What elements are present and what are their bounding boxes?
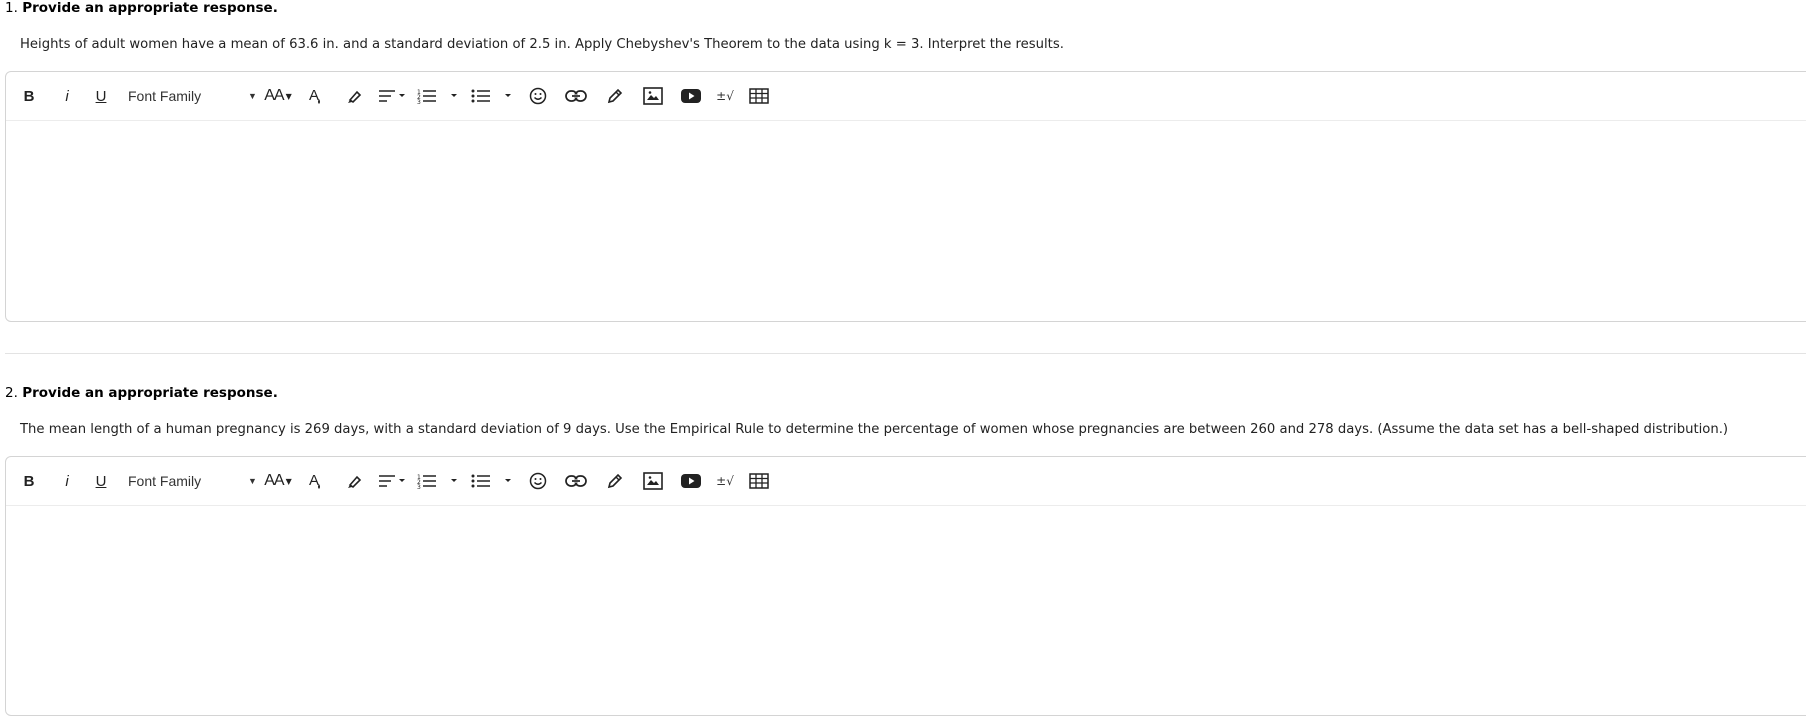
align-button[interactable] [376, 457, 408, 505]
math-button[interactable]: ±√ [712, 72, 738, 120]
image-button[interactable] [640, 457, 666, 505]
link-icon [565, 90, 587, 102]
image-icon [643, 472, 663, 490]
bold-icon: B [23, 87, 35, 105]
table-button[interactable] [746, 457, 772, 505]
unordered-list-button[interactable] [470, 457, 516, 505]
underline-button[interactable]: U [88, 457, 114, 505]
editor-toolbar: B i U Font Family ▼ AA ▼ A 1 2 3 ±√ [6, 72, 1806, 121]
bold-button[interactable]: B [16, 72, 42, 120]
highlight-button[interactable] [342, 72, 368, 120]
font-family-label: Font Family [128, 473, 202, 489]
unordered-list-icon [471, 474, 511, 488]
italic-icon: i [65, 87, 69, 105]
align-button[interactable] [376, 72, 408, 120]
table-button[interactable] [746, 72, 772, 120]
emoji-icon [529, 472, 547, 490]
text-color-icon: A [309, 472, 320, 489]
align-icon [379, 475, 405, 487]
italic-icon: i [65, 472, 69, 490]
emoji-icon [529, 87, 547, 105]
unordered-list-icon [471, 89, 511, 103]
font-family-label: Font Family [128, 88, 202, 104]
font-size-icon: AA [264, 87, 284, 104]
ordered-list-icon: 123 [417, 474, 457, 489]
font-size-button[interactable]: AA ▼ [261, 457, 295, 505]
rich-text-editor: B i U Font Family ▼ AA ▼ A 1 2 3 ±√ [5, 71, 1806, 322]
font-size-icon: AA [264, 472, 284, 489]
question-number: 2. [5, 385, 18, 401]
answer-input[interactable] [6, 121, 1806, 321]
video-icon [681, 474, 701, 488]
underline-icon: U [95, 472, 107, 490]
underline-button[interactable]: U [88, 72, 114, 120]
bold-icon: B [23, 472, 35, 490]
image-button[interactable] [640, 72, 666, 120]
question-divider [5, 353, 1806, 354]
text-color-icon: A [309, 87, 320, 104]
font-family-dropdown[interactable]: Font Family ▼ [128, 72, 258, 120]
editor-toolbar: B i U Font Family ▼ AA ▼ A 1 2 3 ±√ [6, 457, 1806, 506]
math-button[interactable]: ±√ [712, 457, 738, 505]
svg-text:3: 3 [417, 484, 421, 489]
draw-button[interactable] [602, 72, 628, 120]
ordered-list-icon: 123 [417, 89, 457, 104]
underline-icon: U [95, 87, 107, 105]
bold-button[interactable]: B [16, 457, 42, 505]
align-icon [379, 90, 405, 102]
rich-text-editor: B i U Font Family ▼ AA ▼ A 1 2 3 ±√ [5, 456, 1806, 716]
question-title: Provide an appropriate response. [22, 0, 278, 16]
highlight-icon [348, 475, 362, 489]
video-icon [681, 89, 701, 103]
table-icon [749, 473, 769, 489]
question-title: Provide an appropriate response. [22, 385, 278, 401]
math-icon: ±√ [716, 474, 734, 488]
table-icon [749, 88, 769, 104]
unordered-list-button[interactable] [470, 72, 516, 120]
question-1: 1. Provide an appropriate response. Heig… [0, 0, 1806, 330]
image-icon [643, 87, 663, 105]
question-text: The mean length of a human pregnancy is … [20, 422, 1729, 437]
ordered-list-button[interactable]: 123 [416, 457, 462, 505]
emoji-button[interactable] [525, 457, 551, 505]
link-button[interactable] [563, 72, 589, 120]
answer-input[interactable] [6, 506, 1806, 715]
question-text: Heights of adult women have a mean of 63… [20, 37, 1064, 52]
text-color-button[interactable]: A [303, 457, 329, 505]
draw-icon [607, 473, 623, 489]
chevron-down-icon: ▼ [248, 476, 257, 486]
chevron-down-icon: ▼ [285, 476, 292, 486]
svg-text:3: 3 [417, 99, 421, 104]
text-color-button[interactable]: A [303, 72, 329, 120]
font-size-button[interactable]: AA ▼ [261, 72, 295, 120]
question-1-header: 1. Provide an appropriate response. [5, 0, 278, 16]
svg-text:A: A [309, 472, 319, 489]
link-icon [565, 475, 587, 487]
svg-text:A: A [309, 87, 319, 104]
question-2-header: 2. Provide an appropriate response. [5, 385, 278, 401]
ordered-list-button[interactable]: 123 [416, 72, 462, 120]
chevron-down-icon: ▼ [285, 91, 292, 101]
emoji-button[interactable] [525, 72, 551, 120]
font-family-dropdown[interactable]: Font Family ▼ [128, 457, 258, 505]
video-button[interactable] [678, 457, 704, 505]
video-button[interactable] [678, 72, 704, 120]
question-2: 2. Provide an appropriate response. The … [0, 385, 1806, 716]
highlight-icon [348, 90, 362, 104]
question-number: 1. [5, 0, 18, 16]
link-button[interactable] [563, 457, 589, 505]
math-icon: ±√ [716, 89, 734, 103]
italic-button[interactable]: i [54, 72, 80, 120]
chevron-down-icon: ▼ [248, 91, 257, 101]
draw-icon [607, 88, 623, 104]
draw-button[interactable] [602, 457, 628, 505]
highlight-button[interactable] [342, 457, 368, 505]
italic-button[interactable]: i [54, 457, 80, 505]
